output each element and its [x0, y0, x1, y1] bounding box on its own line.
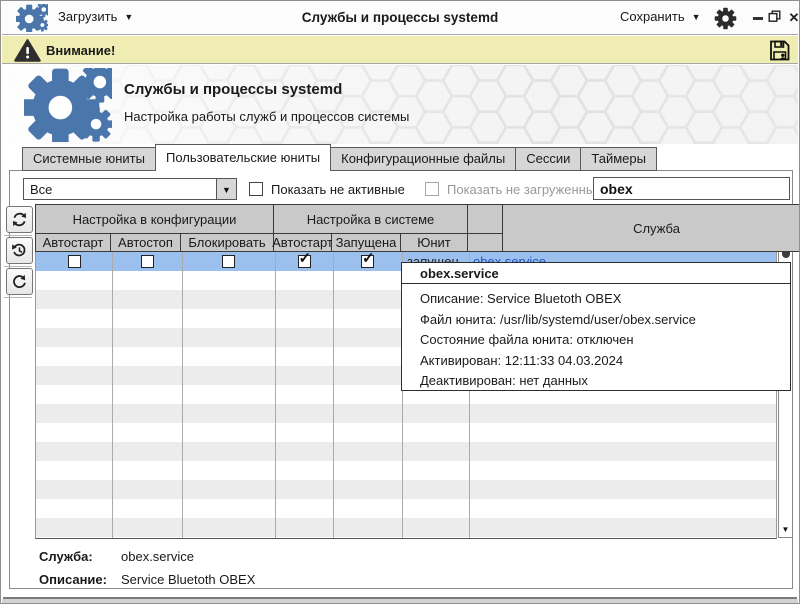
refresh-button[interactable] — [6, 206, 33, 233]
column-divider — [182, 252, 183, 538]
table-row[interactable] — [36, 423, 776, 442]
settings-gear-icon[interactable] — [714, 7, 737, 30]
maximize-button[interactable] — [768, 10, 784, 26]
toolbar-separator — [4, 297, 32, 298]
tooltip-file-state: Состояние файла юнита: отключен — [420, 330, 790, 351]
table-row[interactable] — [36, 480, 776, 499]
tooltip-deactivated: Деактивирован: нет данных — [420, 371, 790, 392]
banner-subtitle: Настройка работы служб и процессов систе… — [124, 109, 409, 124]
tab-user-units[interactable]: Пользовательские юниты — [155, 144, 331, 171]
running-checkbox[interactable] — [361, 255, 374, 268]
save-menu-button[interactable]: Сохранить ▼ — [620, 9, 701, 24]
show-unloaded-checkbox[interactable] — [425, 182, 439, 196]
warning-icon — [14, 39, 41, 62]
toolbar-separator — [4, 235, 32, 236]
combobox-dropdown-button[interactable]: ▼ — [216, 179, 236, 199]
history-restore-button[interactable] — [6, 237, 33, 264]
tab-config-files[interactable]: Конфигурационные файлы — [330, 147, 516, 171]
footer-service-value: obex.service — [121, 549, 194, 564]
column-header-service[interactable]: Служба — [502, 204, 800, 252]
show-inactive-label: Показать не активные — [271, 182, 405, 197]
column-header-autostop[interactable]: Автостоп — [111, 234, 181, 252]
autostart-config-checkbox[interactable] — [68, 255, 81, 268]
group-header-system: Настройка в системе — [274, 204, 468, 234]
close-icon: ✕ — [789, 10, 800, 25]
scroll-down-icon[interactable]: ▼ — [779, 525, 792, 534]
chevron-down-icon: ▼ — [692, 12, 701, 22]
close-button[interactable]: ✕ — [786, 10, 800, 26]
tab-timers[interactable]: Таймеры — [580, 147, 657, 171]
hexagon-pattern — [2, 65, 798, 144]
toolbar-separator — [4, 266, 32, 267]
footer-description-value: Service Bluetoth OBEX — [121, 572, 255, 587]
table-row[interactable] — [36, 537, 776, 539]
footer-service-label: Служба: — [39, 549, 93, 564]
autostart-system-checkbox[interactable] — [298, 255, 311, 268]
save-file-icon[interactable] — [768, 39, 791, 62]
tooltip-description: Описание: Service Bluetoth OBEX — [420, 289, 790, 310]
title-bar: Загрузить▼ Службы и процессы systemd Сох… — [2, 1, 798, 35]
table-row[interactable] — [36, 499, 776, 518]
show-inactive-checkbox[interactable] — [249, 182, 263, 196]
tab-bar: Системные юниты Пользовательские юниты К… — [23, 144, 657, 171]
search-input[interactable] — [593, 177, 790, 200]
save-label: Сохранить — [620, 9, 685, 24]
chevron-down-icon: ▼ — [222, 185, 231, 195]
column-header-unit[interactable]: Юнит — [401, 234, 468, 252]
filter-combobox[interactable]: Все ▼ — [23, 178, 237, 200]
reload-button[interactable] — [6, 268, 33, 295]
autostop-checkbox[interactable] — [141, 255, 154, 268]
column-header-running[interactable]: Запущена — [332, 234, 401, 252]
tab-system-units[interactable]: Системные юниты — [22, 147, 156, 171]
restore-icon — [768, 10, 781, 23]
table-row[interactable] — [36, 442, 776, 461]
group-header-config: Настройка в конфигурации — [35, 204, 274, 234]
warning-bar: Внимание! — [2, 36, 798, 64]
header-banner: Службы и процессы systemd Настройка рабо… — [2, 65, 798, 144]
refresh-icon — [11, 211, 28, 228]
show-unloaded-label: Показать не загруженные — [447, 182, 602, 197]
history-icon — [11, 242, 28, 259]
tooltip-title: obex.service — [402, 263, 790, 284]
banner-title: Службы и процессы systemd — [124, 81, 342, 98]
column-divider — [333, 252, 334, 538]
filter-combobox-value: Все — [30, 180, 52, 200]
table-row[interactable] — [36, 518, 776, 537]
service-tooltip: obex.service Описание: Service Bluetoth … — [401, 262, 791, 391]
window-bottom-strip — [2, 599, 798, 604]
table-row[interactable] — [36, 461, 776, 480]
minimize-icon — [753, 17, 763, 20]
table-row[interactable] — [36, 404, 776, 423]
tooltip-body: Описание: Service Bluetoth OBEX Файл юни… — [402, 284, 790, 392]
warning-text: Внимание! — [46, 43, 115, 58]
minimize-button[interactable] — [750, 10, 766, 26]
tab-sessions[interactable]: Сессии — [515, 147, 581, 171]
app-gears-logo — [24, 68, 112, 142]
block-checkbox[interactable] — [222, 255, 235, 268]
tooltip-activated: Активирован: 12:11:33 04.03.2024 — [420, 351, 790, 372]
column-header-autostart-config[interactable]: Автостарт — [35, 234, 111, 252]
footer-description-label: Описание: — [39, 572, 107, 587]
reload-icon — [11, 273, 28, 290]
app-window: Загрузить▼ Службы и процессы systemd Сох… — [0, 0, 800, 604]
tooltip-unit-file: Файл юнита: /usr/lib/systemd/user/obex.s… — [420, 310, 790, 331]
column-header-block[interactable]: Блокировать — [181, 234, 274, 252]
column-divider — [112, 252, 113, 538]
column-header-autostart-system[interactable]: Автостарт — [274, 234, 332, 252]
column-divider — [275, 252, 276, 538]
